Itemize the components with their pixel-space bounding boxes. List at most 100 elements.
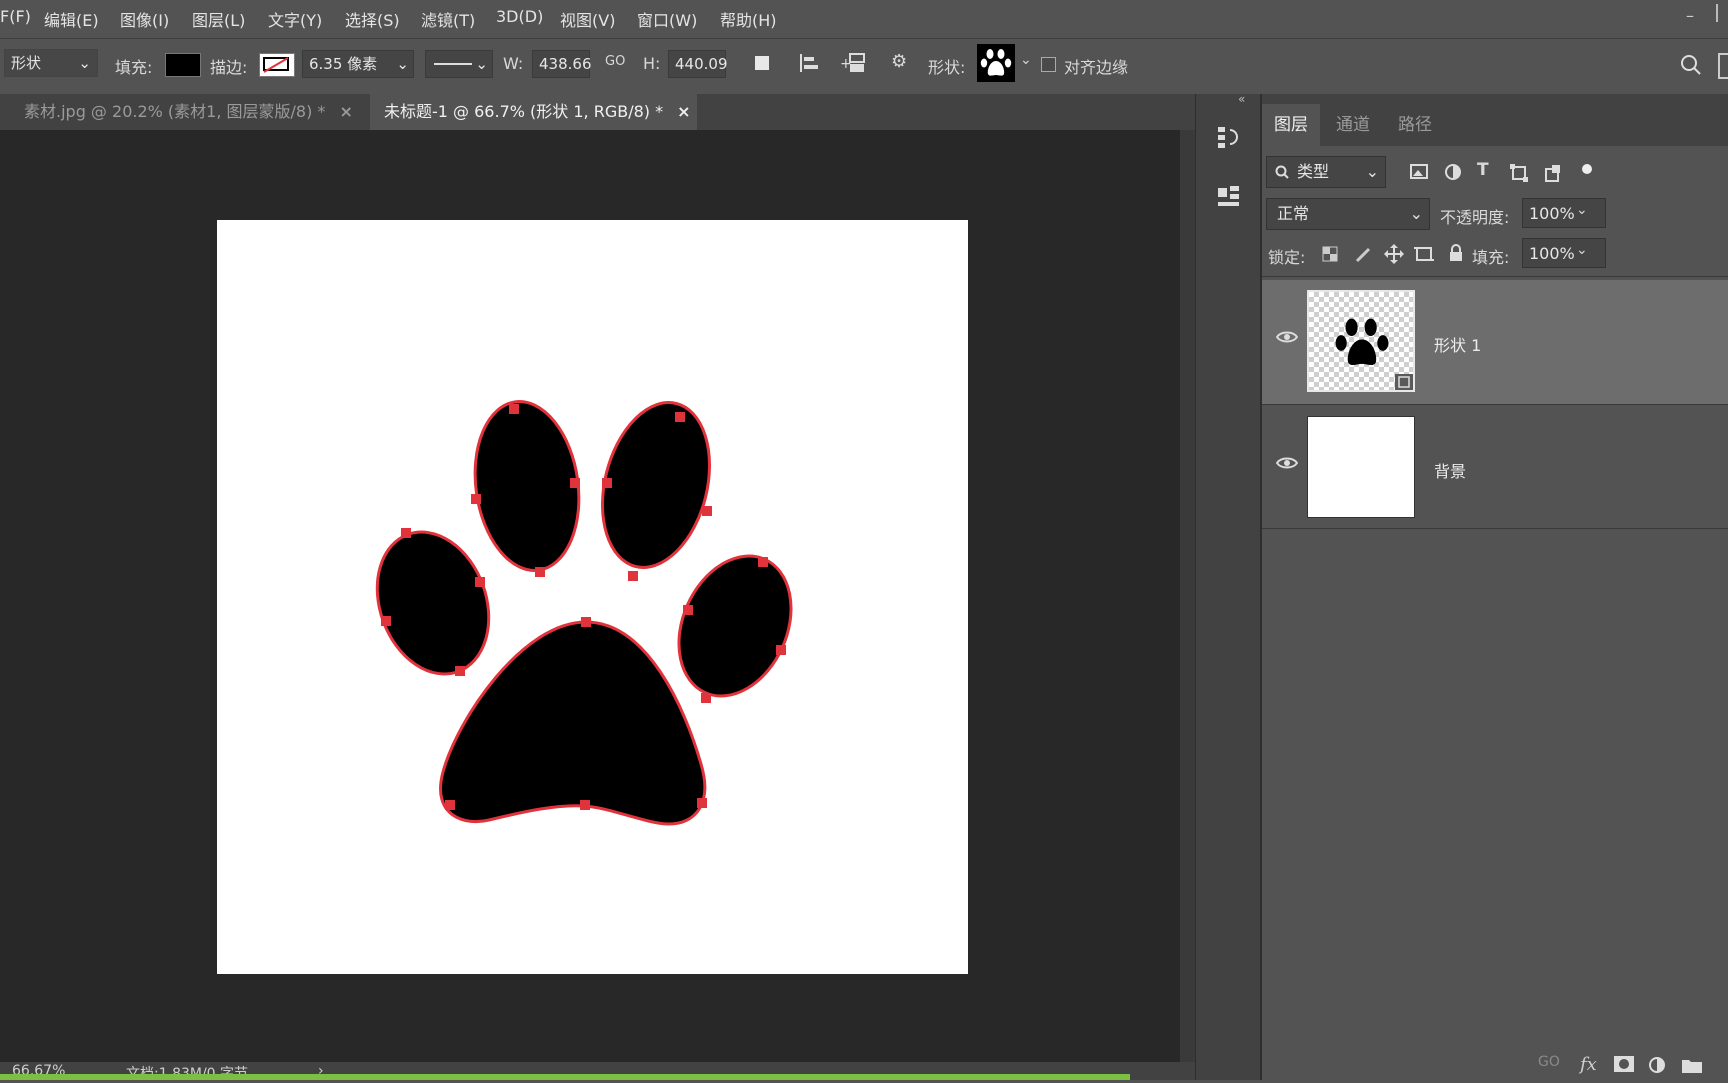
path-alignment-icon[interactable] bbox=[798, 52, 820, 74]
document-size: 文档:1.83M/0 字节 bbox=[126, 1063, 248, 1083]
tab-untitled-label: 未标题-1 @ 66.7% (形状 1, RGB/8) * bbox=[384, 102, 664, 121]
layer-name[interactable]: 形状 1 bbox=[1434, 332, 1481, 356]
lock-all-icon[interactable] bbox=[1448, 244, 1464, 262]
gear-icon[interactable]: ⚙ bbox=[891, 51, 907, 72]
chevron-down-icon[interactable]: ⌄ bbox=[1576, 242, 1588, 258]
filter-toggle-icon[interactable] bbox=[1582, 164, 1592, 174]
anchor-point[interactable] bbox=[381, 616, 391, 626]
new-group-icon[interactable] bbox=[1682, 1057, 1702, 1073]
workspace-icon[interactable] bbox=[1718, 53, 1728, 79]
layer-row-shape1[interactable]: 形状 1 bbox=[1262, 280, 1728, 404]
opacity-field[interactable]: 100% bbox=[1522, 198, 1606, 228]
layers-panel: 图层 通道 路径 类型 ⌄ T 正常 ⌄ 不透明度: 100% ⌄ 锁定: 填充… bbox=[1260, 94, 1728, 1080]
layer-filter-select[interactable]: 类型 ⌄ bbox=[1266, 156, 1386, 188]
anchor-point[interactable] bbox=[776, 645, 786, 655]
paw-shape[interactable] bbox=[217, 220, 968, 974]
fill-swatch[interactable] bbox=[165, 53, 201, 77]
link-layers-icon[interactable]: GO bbox=[1538, 1054, 1560, 1070]
stroke-type-select[interactable]: ⌄ bbox=[425, 50, 493, 78]
add-mask-icon[interactable] bbox=[1614, 1056, 1634, 1072]
anchor-point[interactable] bbox=[475, 577, 485, 587]
layer-row-background[interactable]: 背景 bbox=[1262, 406, 1728, 530]
align-edges-checkbox[interactable] bbox=[1041, 57, 1056, 72]
h-field[interactable]: 440.09 bbox=[668, 50, 728, 78]
anchor-point[interactable] bbox=[683, 605, 693, 615]
anchor-point[interactable] bbox=[602, 478, 612, 488]
anchor-point[interactable] bbox=[401, 528, 411, 538]
menu-filter[interactable]: 滤镜(T) bbox=[421, 7, 475, 31]
anchor-point[interactable] bbox=[471, 494, 481, 504]
layer-name[interactable]: 背景 bbox=[1434, 458, 1466, 482]
tab-paths[interactable]: 路径 bbox=[1386, 104, 1444, 146]
anchor-point[interactable] bbox=[702, 506, 712, 516]
document-canvas[interactable] bbox=[217, 220, 968, 974]
paw-toe-4 bbox=[677, 554, 793, 698]
minimize-button[interactable]: – bbox=[1686, 6, 1694, 25]
menu-layer[interactable]: 图层(L) bbox=[192, 7, 245, 31]
blend-mode-select[interactable]: 正常 ⌄ bbox=[1266, 198, 1430, 230]
lock-pixels-icon[interactable] bbox=[1354, 246, 1372, 264]
menu-edit[interactable]: 编辑(E) bbox=[44, 7, 99, 31]
anchor-point[interactable] bbox=[581, 617, 591, 627]
stroke-swatch[interactable] bbox=[259, 53, 295, 77]
lock-position-icon[interactable] bbox=[1384, 244, 1404, 264]
menu-3d[interactable]: 3D(D) bbox=[496, 7, 543, 26]
divider bbox=[1262, 528, 1728, 529]
anchor-point[interactable] bbox=[455, 666, 465, 676]
w-field[interactable]: 438.66 bbox=[532, 50, 592, 78]
menu-window[interactable]: 窗口(W) bbox=[637, 7, 697, 31]
properties-icon[interactable] bbox=[1214, 182, 1244, 212]
shape-picker[interactable] bbox=[977, 44, 1015, 82]
menu-view[interactable]: 视图(V) bbox=[560, 7, 615, 31]
search-icon[interactable] bbox=[1680, 54, 1702, 76]
tab-channels[interactable]: 通道 bbox=[1324, 104, 1382, 146]
panel-dock-strip: « bbox=[1195, 92, 1261, 1080]
history-icon[interactable] bbox=[1214, 124, 1244, 154]
chevron-down-icon: ⌄ bbox=[1365, 162, 1379, 181]
anchor-point[interactable] bbox=[628, 571, 638, 581]
fill-field[interactable]: 100% bbox=[1522, 238, 1606, 268]
anchor-point[interactable] bbox=[701, 693, 711, 703]
filter-smart-object-icon[interactable] bbox=[1544, 164, 1562, 182]
eye-icon[interactable] bbox=[1276, 456, 1298, 470]
filter-adjustment-icon[interactable] bbox=[1444, 163, 1462, 181]
anchor-point[interactable] bbox=[445, 800, 455, 810]
menu-type[interactable]: 文字(Y) bbox=[268, 7, 322, 31]
anchor-point[interactable] bbox=[697, 798, 707, 808]
menu-image[interactable]: 图像(I) bbox=[120, 7, 169, 31]
new-adjustment-icon[interactable] bbox=[1648, 1056, 1666, 1074]
tab-untitled[interactable]: 未标题-1 @ 66.7% (形状 1, RGB/8) * × bbox=[370, 94, 697, 130]
anchor-point[interactable] bbox=[580, 800, 590, 810]
anchor-point[interactable] bbox=[675, 412, 685, 422]
filter-type-icon[interactable]: T bbox=[1477, 160, 1489, 180]
menu-help[interactable]: 帮助(H) bbox=[720, 7, 777, 31]
close-icon[interactable]: × bbox=[339, 102, 352, 121]
lock-artboard-icon[interactable] bbox=[1414, 245, 1434, 263]
filter-pixel-icon[interactable] bbox=[1410, 164, 1428, 180]
tab-layers[interactable]: 图层 bbox=[1262, 104, 1320, 146]
anchor-point[interactable] bbox=[535, 567, 545, 577]
path-arrangement-icon[interactable]: + bbox=[840, 50, 868, 76]
tab-sucai[interactable]: 素材.jpg @ 20.2% (素材1, 图层蒙版/8) * × bbox=[10, 94, 370, 130]
collapse-icon[interactable]: « bbox=[1238, 92, 1245, 106]
lock-transparent-icon[interactable] bbox=[1322, 246, 1338, 262]
chevron-down-icon: ⌄ bbox=[396, 55, 409, 73]
fx-icon[interactable]: fx bbox=[1580, 1054, 1597, 1075]
anchor-point[interactable] bbox=[570, 478, 580, 488]
menu-file[interactable]: F(F) bbox=[0, 7, 31, 26]
chevron-down-icon[interactable]: ⌄ bbox=[1576, 202, 1588, 218]
anchor-point[interactable] bbox=[509, 404, 519, 414]
chevron-down-icon[interactable]: ⌄ bbox=[1020, 52, 1032, 68]
stroke-width-field[interactable]: 6.35 像素 ⌄ bbox=[302, 50, 414, 78]
filter-shape-icon[interactable] bbox=[1510, 164, 1528, 182]
divider bbox=[1262, 276, 1728, 277]
close-icon[interactable]: × bbox=[677, 102, 690, 121]
anchor-point[interactable] bbox=[758, 557, 768, 567]
vertical-scrollbar[interactable] bbox=[1180, 130, 1195, 1062]
link-icon[interactable]: GO bbox=[605, 54, 625, 69]
tool-mode-select[interactable]: 形状 ⌄ bbox=[4, 49, 98, 77]
restore-button[interactable] bbox=[1716, 4, 1728, 22]
eye-icon[interactable] bbox=[1276, 330, 1298, 344]
path-operations-icon[interactable] bbox=[755, 56, 769, 70]
menu-select[interactable]: 选择(S) bbox=[345, 7, 400, 31]
